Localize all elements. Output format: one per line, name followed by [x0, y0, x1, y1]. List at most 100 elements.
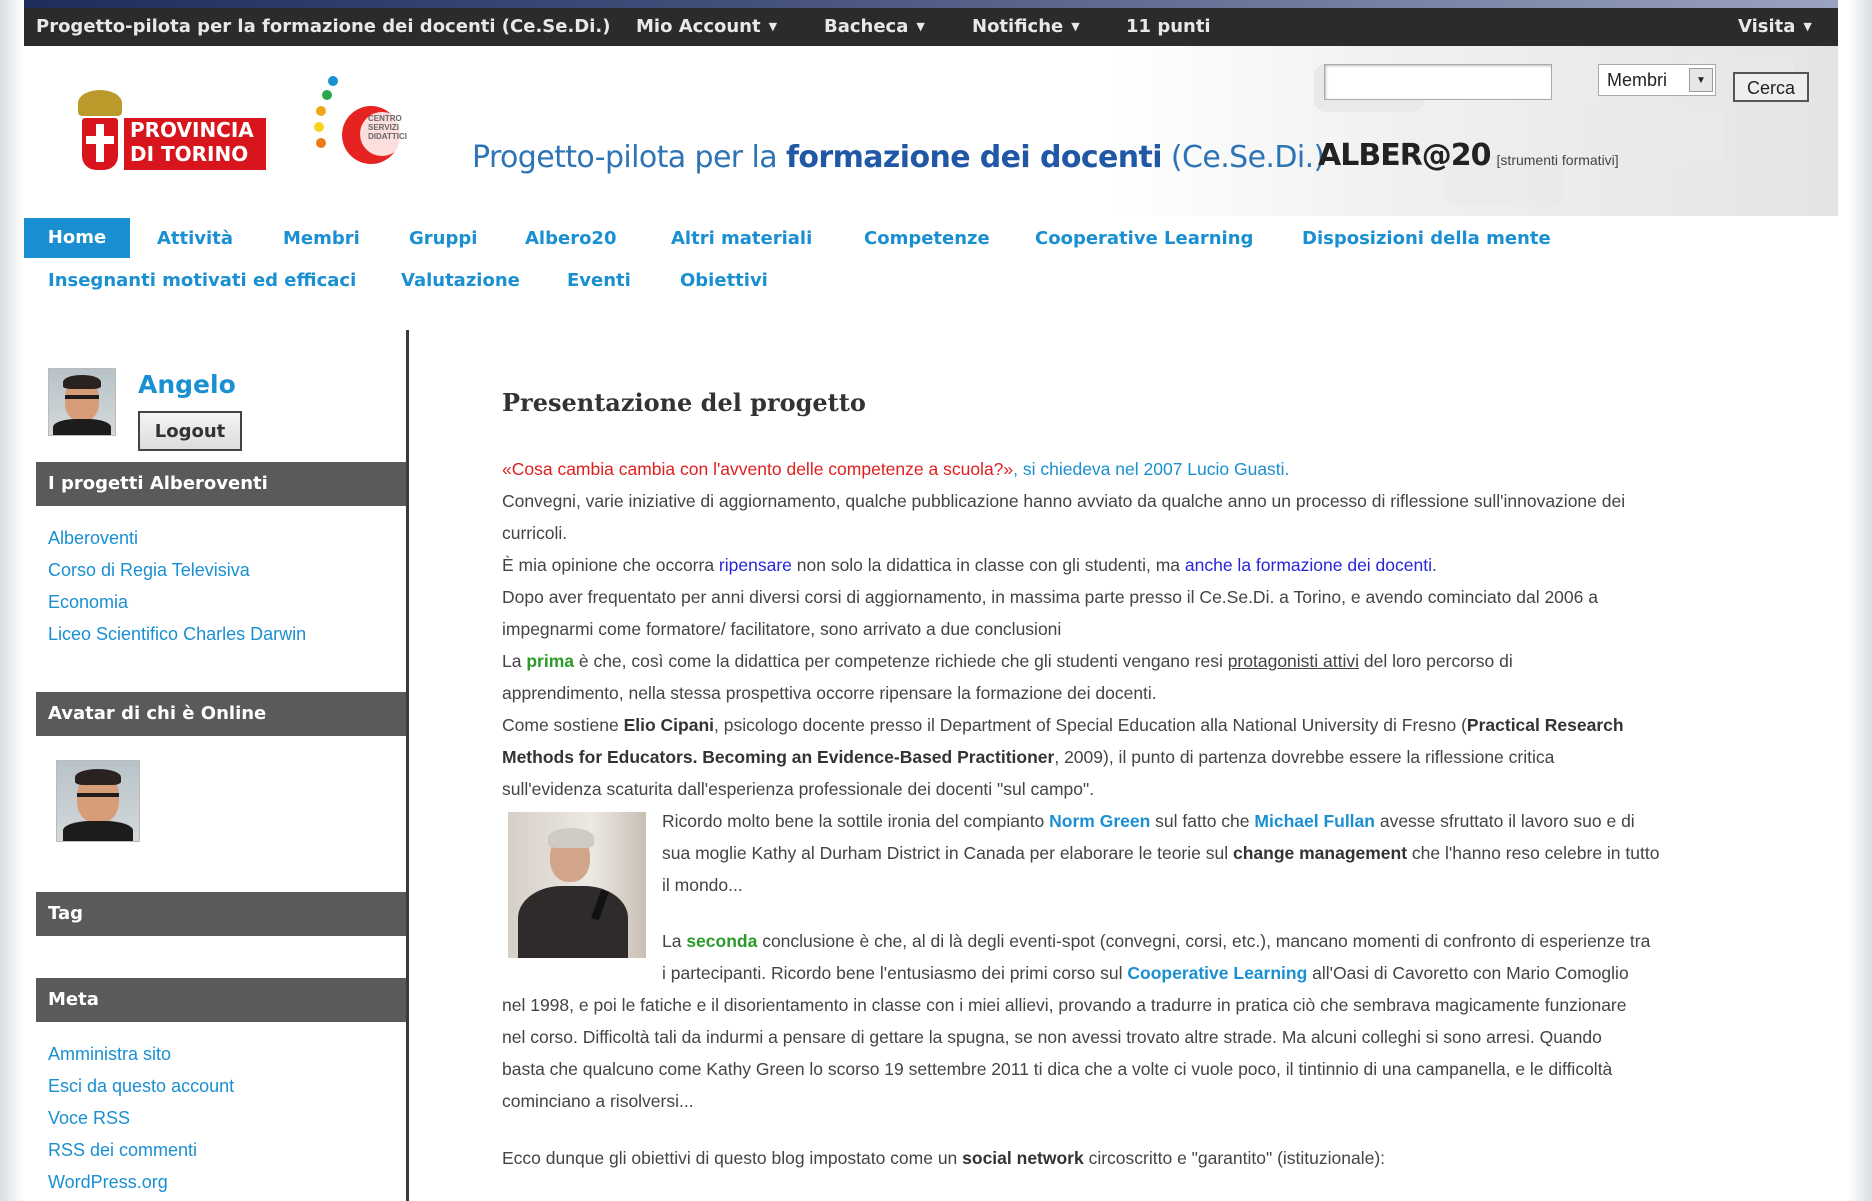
search-input[interactable]: [1324, 64, 1552, 100]
chevron-down-icon: ▼: [1803, 20, 1812, 33]
text-run: del loro percorso di: [1359, 651, 1513, 671]
text-run: circoscritto e "garantito" (istituzional…: [1083, 1148, 1386, 1168]
admin-notifications[interactable]: Notifiche ▼: [972, 16, 1080, 37]
link-michael-fullan[interactable]: Michael Fullan: [1254, 811, 1375, 831]
text-run: , 2009), il punto di partenza dovrebbe e…: [1054, 747, 1555, 767]
meta-link[interactable]: RSS dei commenti: [48, 1134, 234, 1166]
site-header: [24, 46, 1838, 216]
provincia-torino-logo[interactable]: PROVINCIA DI TORINO: [62, 72, 267, 172]
site-title[interactable]: Progetto-pilota per la formazione dei do…: [472, 140, 1325, 175]
admin-site-name[interactable]: Progetto-pilota per la formazione dei do…: [36, 16, 610, 37]
nav-valutazione[interactable]: Valutazione: [401, 270, 520, 291]
photo-hair: [548, 828, 594, 848]
paragraph-line: nel corso. Difficoltà tali da indurmi a …: [502, 1027, 1602, 1047]
widget-title-projects: I progetti Alberoventi: [36, 462, 406, 506]
paragraph-line: impegnarmi come formatore/ facilitatore,…: [502, 619, 1062, 639]
bold-change-management: change management: [1232, 843, 1408, 863]
nav-home[interactable]: Home: [24, 218, 130, 258]
albero20-logo[interactable]: ALBER@20 [strumenti formativi]: [1318, 138, 1619, 173]
nav-membri[interactable]: Membri: [283, 228, 360, 249]
text-run: , psicologo docente presso il Department…: [714, 715, 1467, 735]
meta-link[interactable]: Esci da questo account: [48, 1070, 234, 1102]
meta-link[interactable]: Voce RSS: [48, 1102, 234, 1134]
search-button[interactable]: Cerca: [1733, 72, 1809, 102]
text-run: conclusione è che, al di là degli eventi…: [757, 931, 1651, 951]
project-link[interactable]: Economia: [48, 586, 306, 618]
text-run: È mia opinione che occorra: [502, 555, 719, 575]
link-formazione-docenti[interactable]: anche la formazione dei docenti: [1185, 555, 1432, 575]
provincia-logo-line1: PROVINCIA: [130, 118, 254, 142]
admin-points[interactable]: 11 punti: [1126, 16, 1211, 37]
meta-link[interactable]: Amministra sito: [48, 1038, 234, 1070]
crest-icon: [82, 118, 118, 170]
nav-gruppi[interactable]: Gruppi: [409, 228, 477, 249]
admin-notifications-label: Notifiche: [972, 16, 1064, 37]
logo-dot: [314, 122, 324, 132]
cesedi-logo-text: CENTRO SERVIZI DIDATTICI: [368, 114, 407, 141]
meta-link[interactable]: WordPress.org: [48, 1166, 234, 1198]
text-run: è che, così come la didattica per compet…: [573, 651, 1228, 671]
text-run: Ricordo molto bene la sottile ironia del…: [662, 811, 1050, 831]
paragraph-line: «Cosa cambia cambia con l'avvento delle …: [502, 459, 1289, 480]
nav-cooperative-learning[interactable]: Cooperative Learning: [1035, 228, 1253, 249]
bold-social-network: social network: [962, 1148, 1084, 1168]
nav-disposizioni-della-mente[interactable]: Disposizioni della mente: [1302, 228, 1551, 249]
avatar-glasses: [65, 395, 99, 399]
link-norm-green[interactable]: Norm Green: [1049, 811, 1150, 831]
photo-body: [518, 886, 628, 958]
project-link[interactable]: Liceo Scientifico Charles Darwin: [48, 618, 306, 650]
paragraph-line: nel 1998, e poi le fatiche e il disorien…: [502, 995, 1627, 1015]
nav-obiettivi[interactable]: Obiettivi: [680, 270, 768, 291]
quote-text: «Cosa cambia cambia con l'avvento delle …: [502, 459, 1014, 479]
admin-my-account[interactable]: Mio Account ▼: [636, 16, 777, 37]
project-link[interactable]: Alberoventi: [48, 522, 306, 554]
text-run: avesse sfruttato il lavoro suo e di: [1374, 811, 1635, 831]
logout-button[interactable]: Logout: [138, 411, 242, 451]
admin-visit[interactable]: Visita ▼: [1738, 16, 1812, 37]
paragraph-line: La seconda conclusione è che, al di là d…: [662, 931, 1650, 952]
paragraph-line: Convegni, varie iniziative di aggiorname…: [502, 491, 1626, 511]
text-run: La: [662, 931, 687, 951]
projects-list: Alberoventi Corso di Regia Televisiva Ec…: [48, 522, 306, 650]
provincia-logo-line2: DI TORINO: [130, 142, 249, 166]
paragraph-line: Methods for Educators. Becoming an Evide…: [502, 747, 1554, 768]
logo-dot: [316, 106, 326, 116]
main-nav: Home Attività Membri Gruppi Albero20 Alt…: [24, 218, 1838, 308]
logo-dot: [322, 90, 332, 100]
paragraph-line: Ricordo molto bene la sottile ironia del…: [662, 811, 1635, 832]
text-run: sul fatto che: [1150, 811, 1255, 831]
admin-dashboard-label: Bacheca: [824, 16, 909, 37]
online-avatar[interactable]: [56, 760, 140, 842]
link-ripensare[interactable]: ripensare: [719, 555, 792, 575]
admin-dashboard[interactable]: Bacheca ▼: [824, 16, 925, 37]
project-link[interactable]: Corso di Regia Televisiva: [48, 554, 306, 586]
avatar-glasses: [77, 793, 119, 797]
logo-dot: [328, 76, 338, 86]
paragraph-line: cominciano a risolversi...: [502, 1091, 694, 1111]
avatar-hair: [63, 375, 101, 389]
text-run: i partecipanti. Ricordo bene l'entusiasm…: [662, 963, 1128, 983]
logo-dot: [316, 138, 326, 148]
crown-icon: [78, 90, 122, 116]
nav-attivita[interactable]: Attività: [157, 228, 233, 249]
user-name[interactable]: Angelo: [138, 370, 236, 399]
site-title-pre: Progetto-pilota per la: [472, 140, 786, 175]
nav-eventi[interactable]: Eventi: [567, 270, 631, 291]
admin-visit-label: Visita: [1738, 16, 1796, 37]
nav-albero20[interactable]: Albero20: [525, 228, 617, 249]
nav-altri-materiali[interactable]: Altri materiali: [671, 228, 812, 249]
nav-insegnanti-motivati[interactable]: Insegnanti motivati ed efficaci: [48, 270, 356, 291]
bold-book-title: Practical Research: [1466, 715, 1624, 735]
provincia-logo-plate: PROVINCIA DI TORINO: [124, 118, 266, 170]
search-scope-select[interactable]: Membri ▼: [1598, 64, 1716, 96]
avatar-shirt: [63, 821, 133, 841]
widget-title-tag: Tag: [36, 892, 406, 936]
text-run: Ecco dunque gli obiettivi di questo blog…: [502, 1148, 963, 1168]
link-protagonisti-attivi[interactable]: protagonisti attivi: [1228, 651, 1359, 671]
norm-green-photo[interactable]: [508, 812, 646, 958]
nav-competenze[interactable]: Competenze: [864, 228, 990, 249]
avatar[interactable]: [48, 368, 116, 436]
avatar-hair: [75, 769, 121, 785]
link-cooperative-learning[interactable]: Cooperative Learning: [1127, 963, 1307, 983]
cesedi-logo[interactable]: CENTRO SERVIZI DIDATTICI: [308, 72, 428, 182]
